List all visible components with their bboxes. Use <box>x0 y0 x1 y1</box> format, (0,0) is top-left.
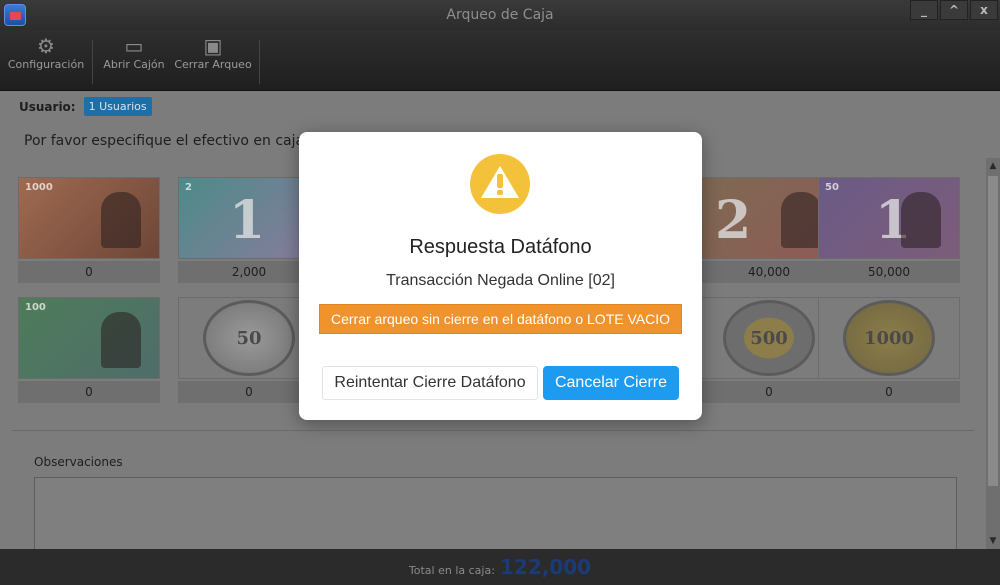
bill-1000-image: 1000 <box>18 177 160 259</box>
scroll-thumb[interactable] <box>988 176 998 486</box>
cash-drawer-icon: ▭ <box>124 34 144 58</box>
count-overlay: 1 <box>229 190 266 251</box>
exclamation-bar <box>497 174 503 188</box>
config-button[interactable]: ⚙ Configuración <box>6 34 86 86</box>
window-controls: _ ^ x <box>910 0 998 20</box>
users-badge[interactable]: 1 Usuarios <box>83 97 152 116</box>
portrait-image <box>781 192 821 248</box>
denomination-total: 0 <box>18 381 160 403</box>
dialog-message: Transacción Negada Online [02] <box>386 272 615 289</box>
portrait-image <box>101 312 141 368</box>
toolbar-separator <box>92 40 93 84</box>
vertical-scrollbar[interactable]: ▲ ▼ <box>986 158 1000 549</box>
scroll-up-arrow-icon[interactable]: ▲ <box>986 158 1000 174</box>
close-without-datafono-button[interactable]: Cerrar arqueo sin cierre en el datáfono … <box>319 304 682 334</box>
total-value: 122,000 <box>500 555 592 579</box>
denomination-card-1000[interactable]: 1000 0 <box>18 177 160 287</box>
exclamation-dot <box>497 190 503 195</box>
denomination-card-100000[interactable]: 100 0 <box>18 297 160 407</box>
window-title: Arqueo de Caja <box>446 7 554 23</box>
datafono-response-dialog: Respuesta Datáfono Transacción Negada On… <box>299 132 702 420</box>
bill-2000-printed: 2 <box>185 182 192 193</box>
open-drawer-button[interactable]: ▭ Abrir Cajón <box>100 34 168 86</box>
dialog-title: Respuesta Datáfono <box>409 236 592 258</box>
denomination-total: 50,000 <box>818 261 960 283</box>
coin-500-face: 500 <box>723 300 815 376</box>
floppy-disk-icon: ▣ <box>203 34 223 58</box>
toolbar-separator <box>259 40 260 84</box>
portrait-image <box>901 192 941 248</box>
warning-triangle-icon <box>481 166 519 198</box>
close-button[interactable]: x <box>970 0 998 20</box>
bill-50000-image: 50 1 <box>818 177 960 259</box>
footer-bar: Total en la caja: 122,000 <box>0 549 1000 585</box>
gear-icon: ⚙ <box>37 34 55 58</box>
warning-icon <box>470 154 530 214</box>
user-row: Usuario: 1 Usuarios <box>19 97 152 116</box>
close-count-button[interactable]: ▣ Cerrar Arqueo <box>172 34 254 86</box>
total-label: Total en la caja: <box>408 564 495 577</box>
minimize-button[interactable]: _ <box>910 0 938 20</box>
observations-textarea[interactable] <box>34 477 957 551</box>
denomination-total: 0 <box>18 261 160 283</box>
coin-1000-face: 1000 <box>843 300 935 376</box>
portrait-image <box>101 192 141 248</box>
bill-50000-printed: 50 <box>825 182 839 193</box>
toolbar: ⚙ Configuración ▭ Abrir Cajón ▣ Cerrar A… <box>0 30 1000 91</box>
title-bar: Arqueo de Caja _ ^ x <box>0 0 1000 30</box>
scroll-down-arrow-icon[interactable]: ▼ <box>986 533 1000 549</box>
cancel-close-button[interactable]: Cancelar Cierre <box>543 366 679 400</box>
instructions-text: Por favor especifique el efectivo en caj… <box>24 133 305 149</box>
coin-1000-image: 1000 <box>818 297 960 379</box>
bill-100000-printed: 100 <box>25 302 46 313</box>
section-divider <box>12 430 974 431</box>
denomination-total: 0 <box>818 381 960 403</box>
retry-close-button[interactable]: Reintentar Cierre Datáfono <box>322 366 538 400</box>
bill-1000-printed: 1000 <box>25 182 53 193</box>
close-count-label: Cerrar Arqueo <box>174 58 252 71</box>
total-container: Total en la caja: 122,000 <box>0 555 1000 579</box>
denomination-card-coin-1000[interactable]: 1000 0 <box>818 297 960 407</box>
open-drawer-label: Abrir Cajón <box>103 58 165 71</box>
coin-50-face: 50 <box>203 300 295 376</box>
user-label: Usuario: <box>19 99 76 114</box>
observations-label: Observaciones <box>34 455 123 469</box>
denomination-card-50000[interactable]: 50 1 50,000 <box>818 177 960 287</box>
bill-100000-image: 100 <box>18 297 160 379</box>
maximize-button[interactable]: ^ <box>940 0 968 20</box>
config-label: Configuración <box>7 58 85 71</box>
count-overlay: 2 <box>715 190 752 251</box>
